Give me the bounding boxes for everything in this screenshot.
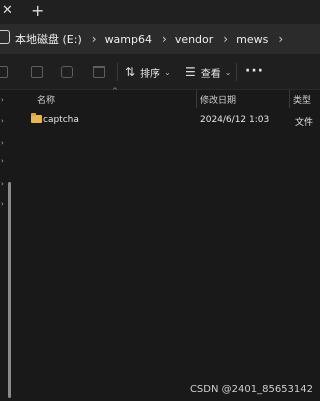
toolbar-divider [117,63,118,81]
breadcrumb-drive-e[interactable]: 本地磁盘 (E:) [15,31,82,47]
new-tab-icon[interactable]: + [31,2,44,20]
tab-strip: ✕ + [0,0,320,24]
breadcrumb-vendor[interactable]: vendor [175,33,213,46]
column-header-name[interactable]: 名称 [37,93,55,106]
view-icon: ☰ [185,65,196,79]
column-header-date[interactable]: 修改日期 [200,93,236,106]
chevron-right-icon[interactable]: › [162,32,167,46]
file-name: captcha [43,115,79,125]
sort-label: 排序 [140,68,161,80]
sort-icon: ⇅ [125,65,136,79]
chevron-down-icon: ⌄ [224,67,232,77]
delete-icon[interactable] [93,66,105,78]
column-divider[interactable] [196,90,197,108]
column-header-row: ^ 名称 修改日期 类型 [22,87,320,108]
expand-chevron-icon[interactable]: › [1,139,4,147]
pc-icon [0,30,10,44]
address-bar[interactable]: 本地磁盘 (E:) › wamp64 › vendor › mews › [0,24,320,54]
expand-chevron-icon[interactable]: › [1,96,4,104]
chevron-down-icon: ⌄ [164,67,171,77]
share-icon[interactable] [61,66,73,78]
view-button[interactable]: ☰ 查看 ⌄ [185,63,231,81]
more-options-icon[interactable]: ··· [245,63,264,79]
expand-chevron-icon[interactable]: › [1,180,4,188]
breadcrumb: 本地磁盘 (E:) › wamp64 › vendor › mews › [15,24,291,54]
view-label: 查看 [200,68,221,80]
chevron-right-icon[interactable]: › [223,32,228,46]
toolbar-divider [236,63,237,81]
file-modified-date: 2024/6/12 1:03 [200,115,270,125]
expand-chevron-icon[interactable]: › [1,157,4,165]
breadcrumb-mews[interactable]: mews [236,33,268,46]
navigation-pane: › › › › › › [0,90,22,401]
expand-chevron-icon[interactable]: › [1,117,4,125]
nav-scrollbar[interactable] [8,182,11,398]
column-divider[interactable] [289,90,290,108]
copy-icon[interactable] [31,66,43,78]
column-header-type[interactable]: 类型 [293,93,311,106]
sort-indicator-icon: ^ [112,87,118,95]
list-item[interactable]: captcha 2024/6/12 1:03 文件 [22,112,320,130]
expand-chevron-icon[interactable]: › [1,200,4,208]
cut-icon[interactable] [0,66,8,78]
folder-icon [31,113,42,123]
watermark-text: CSDN @2401_85653142 [189,384,313,395]
command-bar: ⇅ 排序 ⌄ ☰ 查看 ⌄ ··· [0,54,320,90]
file-explorer-window: ✕ + 本地磁盘 (E:) › wamp64 › vendor › mews ›… [0,0,320,401]
file-type: 文件 [295,118,314,128]
close-tab-icon[interactable]: ✕ [2,3,13,19]
sort-button[interactable]: ⇅ 排序 ⌄ [125,63,171,81]
chevron-right-icon[interactable]: › [92,32,97,46]
chevron-right-icon[interactable]: › [278,32,283,46]
breadcrumb-wamp64[interactable]: wamp64 [105,33,152,46]
